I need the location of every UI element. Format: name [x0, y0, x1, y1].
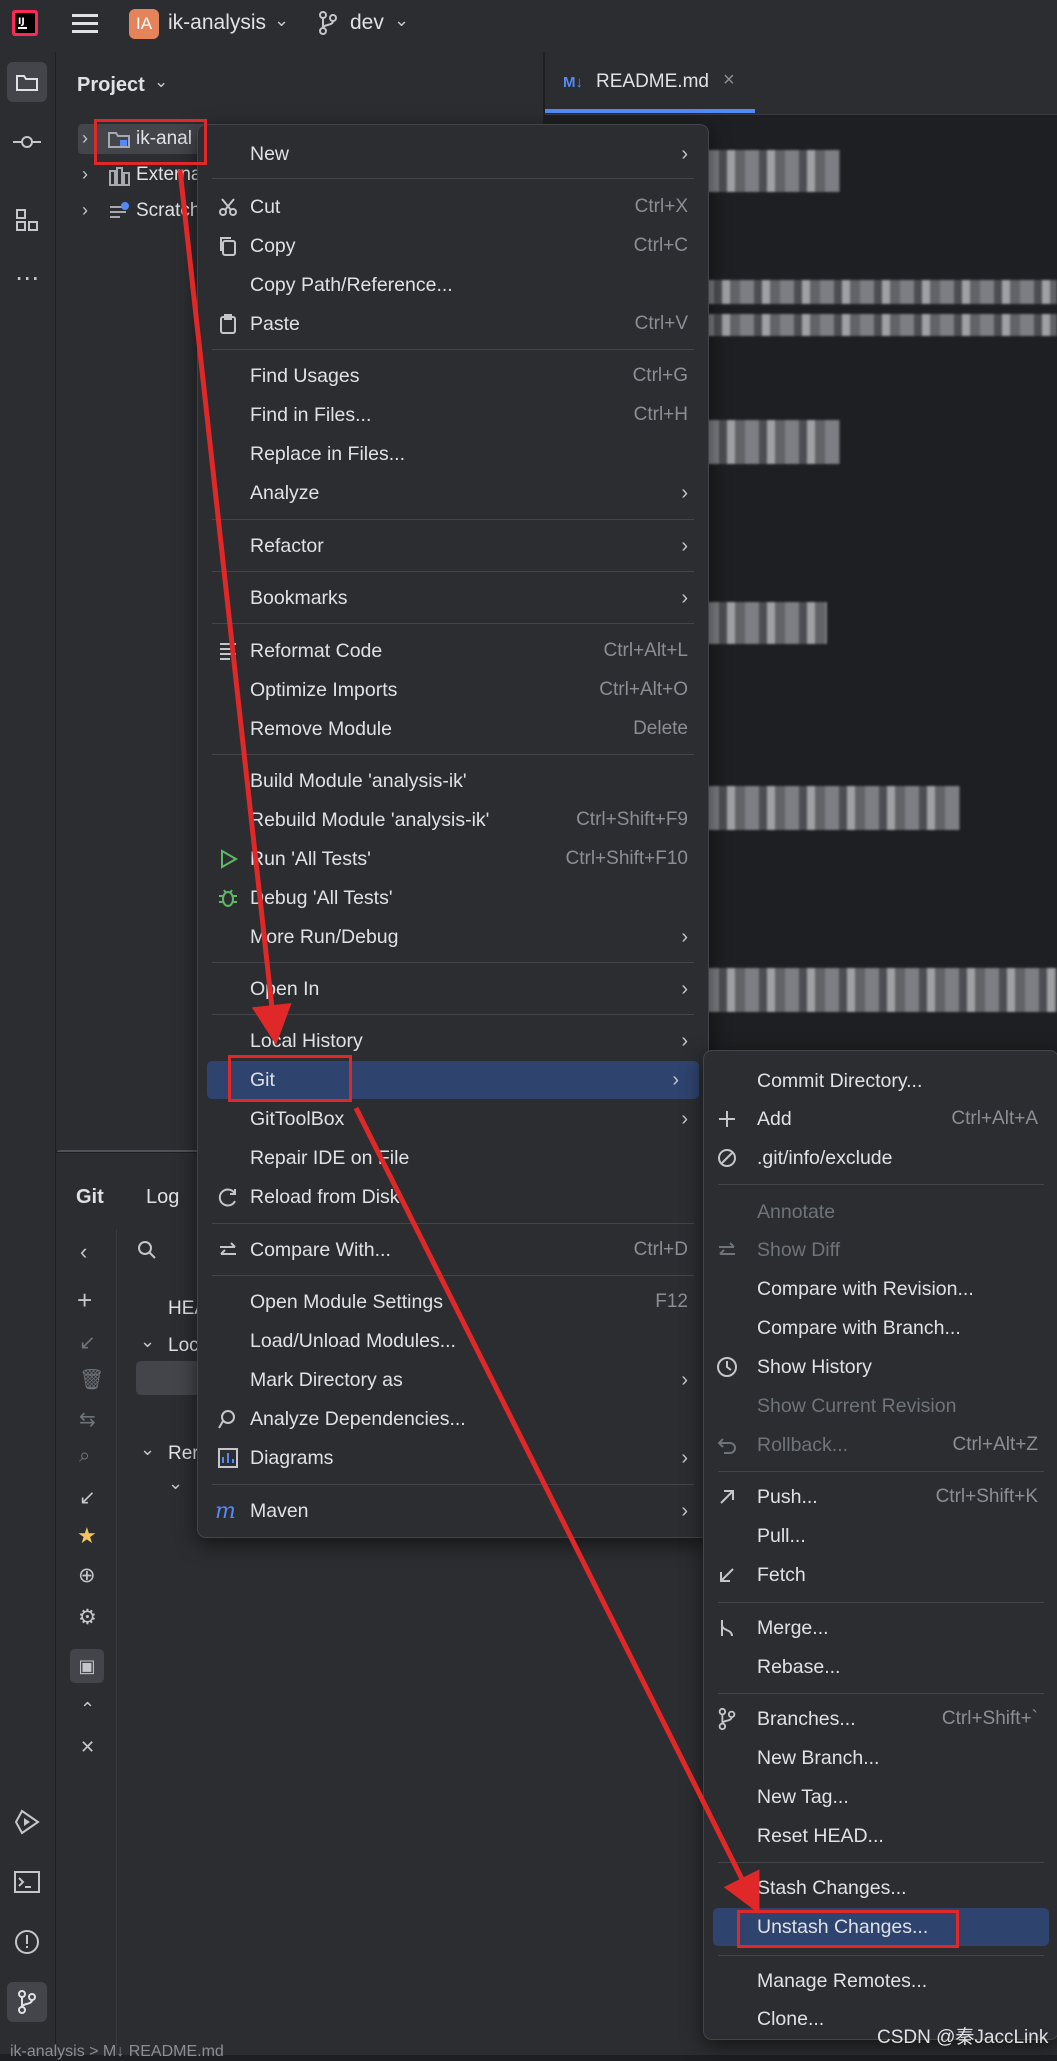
arrow-to-git	[177, 169, 292, 1045]
status-path[interactable]: ik-analysis > M↓ README.md	[10, 2043, 224, 2061]
annotation-arrows	[177, 169, 760, 1914]
watermark: CSDN @秦JaccLink	[877, 2027, 1049, 2048]
arrow-to-unstash	[353, 1106, 760, 1914]
